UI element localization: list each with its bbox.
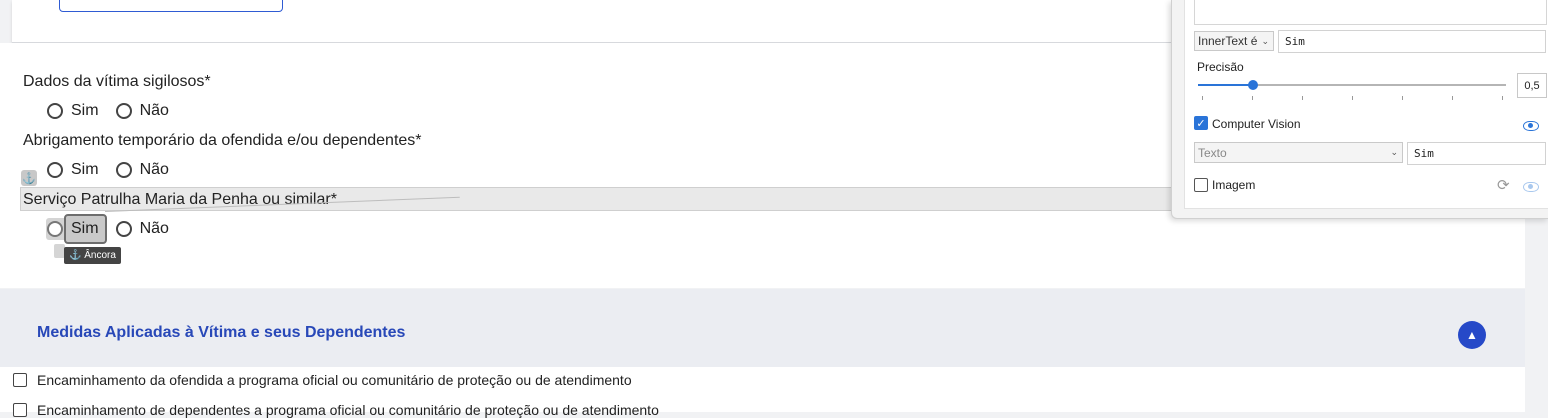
slider-tick bbox=[1252, 96, 1253, 100]
slider-tick bbox=[1502, 96, 1503, 100]
match-value-input[interactable]: Sim bbox=[1278, 30, 1546, 53]
precision-label: Precisão bbox=[1197, 60, 1244, 74]
list-item: Encaminhamento da ofendida a programa of… bbox=[13, 372, 632, 388]
anchor-icon[interactable]: ⚓ bbox=[21, 170, 37, 186]
section-header: Medidas Aplicadas à Vítima e seus Depend… bbox=[0, 289, 1525, 367]
radio-nao[interactable] bbox=[115, 103, 132, 119]
radio-sim[interactable] bbox=[47, 221, 63, 237]
radio-nao[interactable] bbox=[115, 221, 132, 237]
chevron-up-icon: ▲ bbox=[1466, 328, 1478, 342]
precision-value[interactable]: 0,5 bbox=[1517, 73, 1547, 98]
checkbox[interactable] bbox=[13, 373, 27, 387]
radio-nao-label: Não bbox=[139, 220, 169, 237]
match-type-value: InnerText é bbox=[1198, 34, 1258, 48]
anchor-tooltip: ⚓ Âncora bbox=[64, 247, 121, 264]
radio-sim[interactable] bbox=[47, 103, 63, 119]
radio-sim-label: Sim bbox=[71, 102, 99, 119]
cv-mode-select[interactable]: Texto ⌄ bbox=[1194, 142, 1403, 163]
top-input-field[interactable] bbox=[59, 0, 283, 12]
chevron-down-icon: ⌄ bbox=[1261, 35, 1269, 46]
computer-vision-label: Computer Vision bbox=[1212, 117, 1301, 131]
slider-tick bbox=[1402, 96, 1403, 100]
question-dados-sigilosos: Dados da vítima sigilosos* bbox=[23, 73, 211, 90]
slider-tick bbox=[1302, 96, 1303, 100]
selector-textarea[interactable] bbox=[1194, 0, 1547, 25]
image-label: Imagem bbox=[1212, 178, 1256, 192]
section-body: Encaminhamento da ofendida a programa of… bbox=[0, 367, 1525, 418]
slider-tick bbox=[1352, 96, 1353, 100]
radio-group-patrulha: Sim Não bbox=[47, 218, 186, 240]
computer-vision-checkbox[interactable]: ✓ bbox=[1194, 116, 1208, 130]
question-abrigamento: Abrigamento temporário da ofendida e/ou … bbox=[23, 132, 422, 149]
radio-sim-label: Sim bbox=[71, 161, 99, 178]
check-icon: ✓ bbox=[1196, 117, 1206, 130]
slider-fill bbox=[1198, 84, 1254, 86]
section-title: Medidas Aplicadas à Vítima e seus Depend… bbox=[37, 324, 406, 341]
chevron-down-icon: ⌄ bbox=[1390, 147, 1398, 157]
image-checkbox[interactable] bbox=[1194, 178, 1208, 192]
eye-icon[interactable] bbox=[1523, 121, 1539, 131]
radio-group-dados-sigilosos: Sim Não bbox=[47, 100, 186, 122]
collapse-button[interactable]: ▲ bbox=[1458, 321, 1486, 349]
refresh-icon[interactable]: ⟳ bbox=[1497, 176, 1510, 194]
cv-mode-value: Texto bbox=[1198, 145, 1227, 160]
precision-slider[interactable] bbox=[1198, 80, 1506, 90]
slider-tick bbox=[1452, 96, 1453, 100]
checkbox-label: Encaminhamento de dependentes a programa… bbox=[37, 402, 659, 418]
checkbox[interactable] bbox=[13, 403, 27, 417]
cv-value-input[interactable]: Sim bbox=[1407, 142, 1546, 165]
radio-sim[interactable] bbox=[47, 162, 63, 178]
radio-sim-label: Sim bbox=[71, 220, 99, 237]
question-patrulha: Serviço Patrulha Maria da Penha ou simil… bbox=[23, 191, 337, 208]
radio-group-abrigamento: Sim Não bbox=[47, 159, 186, 181]
top-card bbox=[12, 0, 1212, 43]
slider-tick bbox=[1202, 96, 1203, 100]
checkbox-label: Encaminhamento da ofendida a programa of… bbox=[37, 372, 632, 388]
radio-nao-label: Não bbox=[139, 161, 169, 178]
radio-nao[interactable] bbox=[115, 162, 132, 178]
match-type-select[interactable]: InnerText é ⌄ bbox=[1194, 31, 1274, 51]
eye-icon[interactable] bbox=[1523, 182, 1539, 192]
radio-nao-label: Não bbox=[139, 102, 169, 119]
list-item: Encaminhamento de dependentes a programa… bbox=[13, 402, 659, 418]
